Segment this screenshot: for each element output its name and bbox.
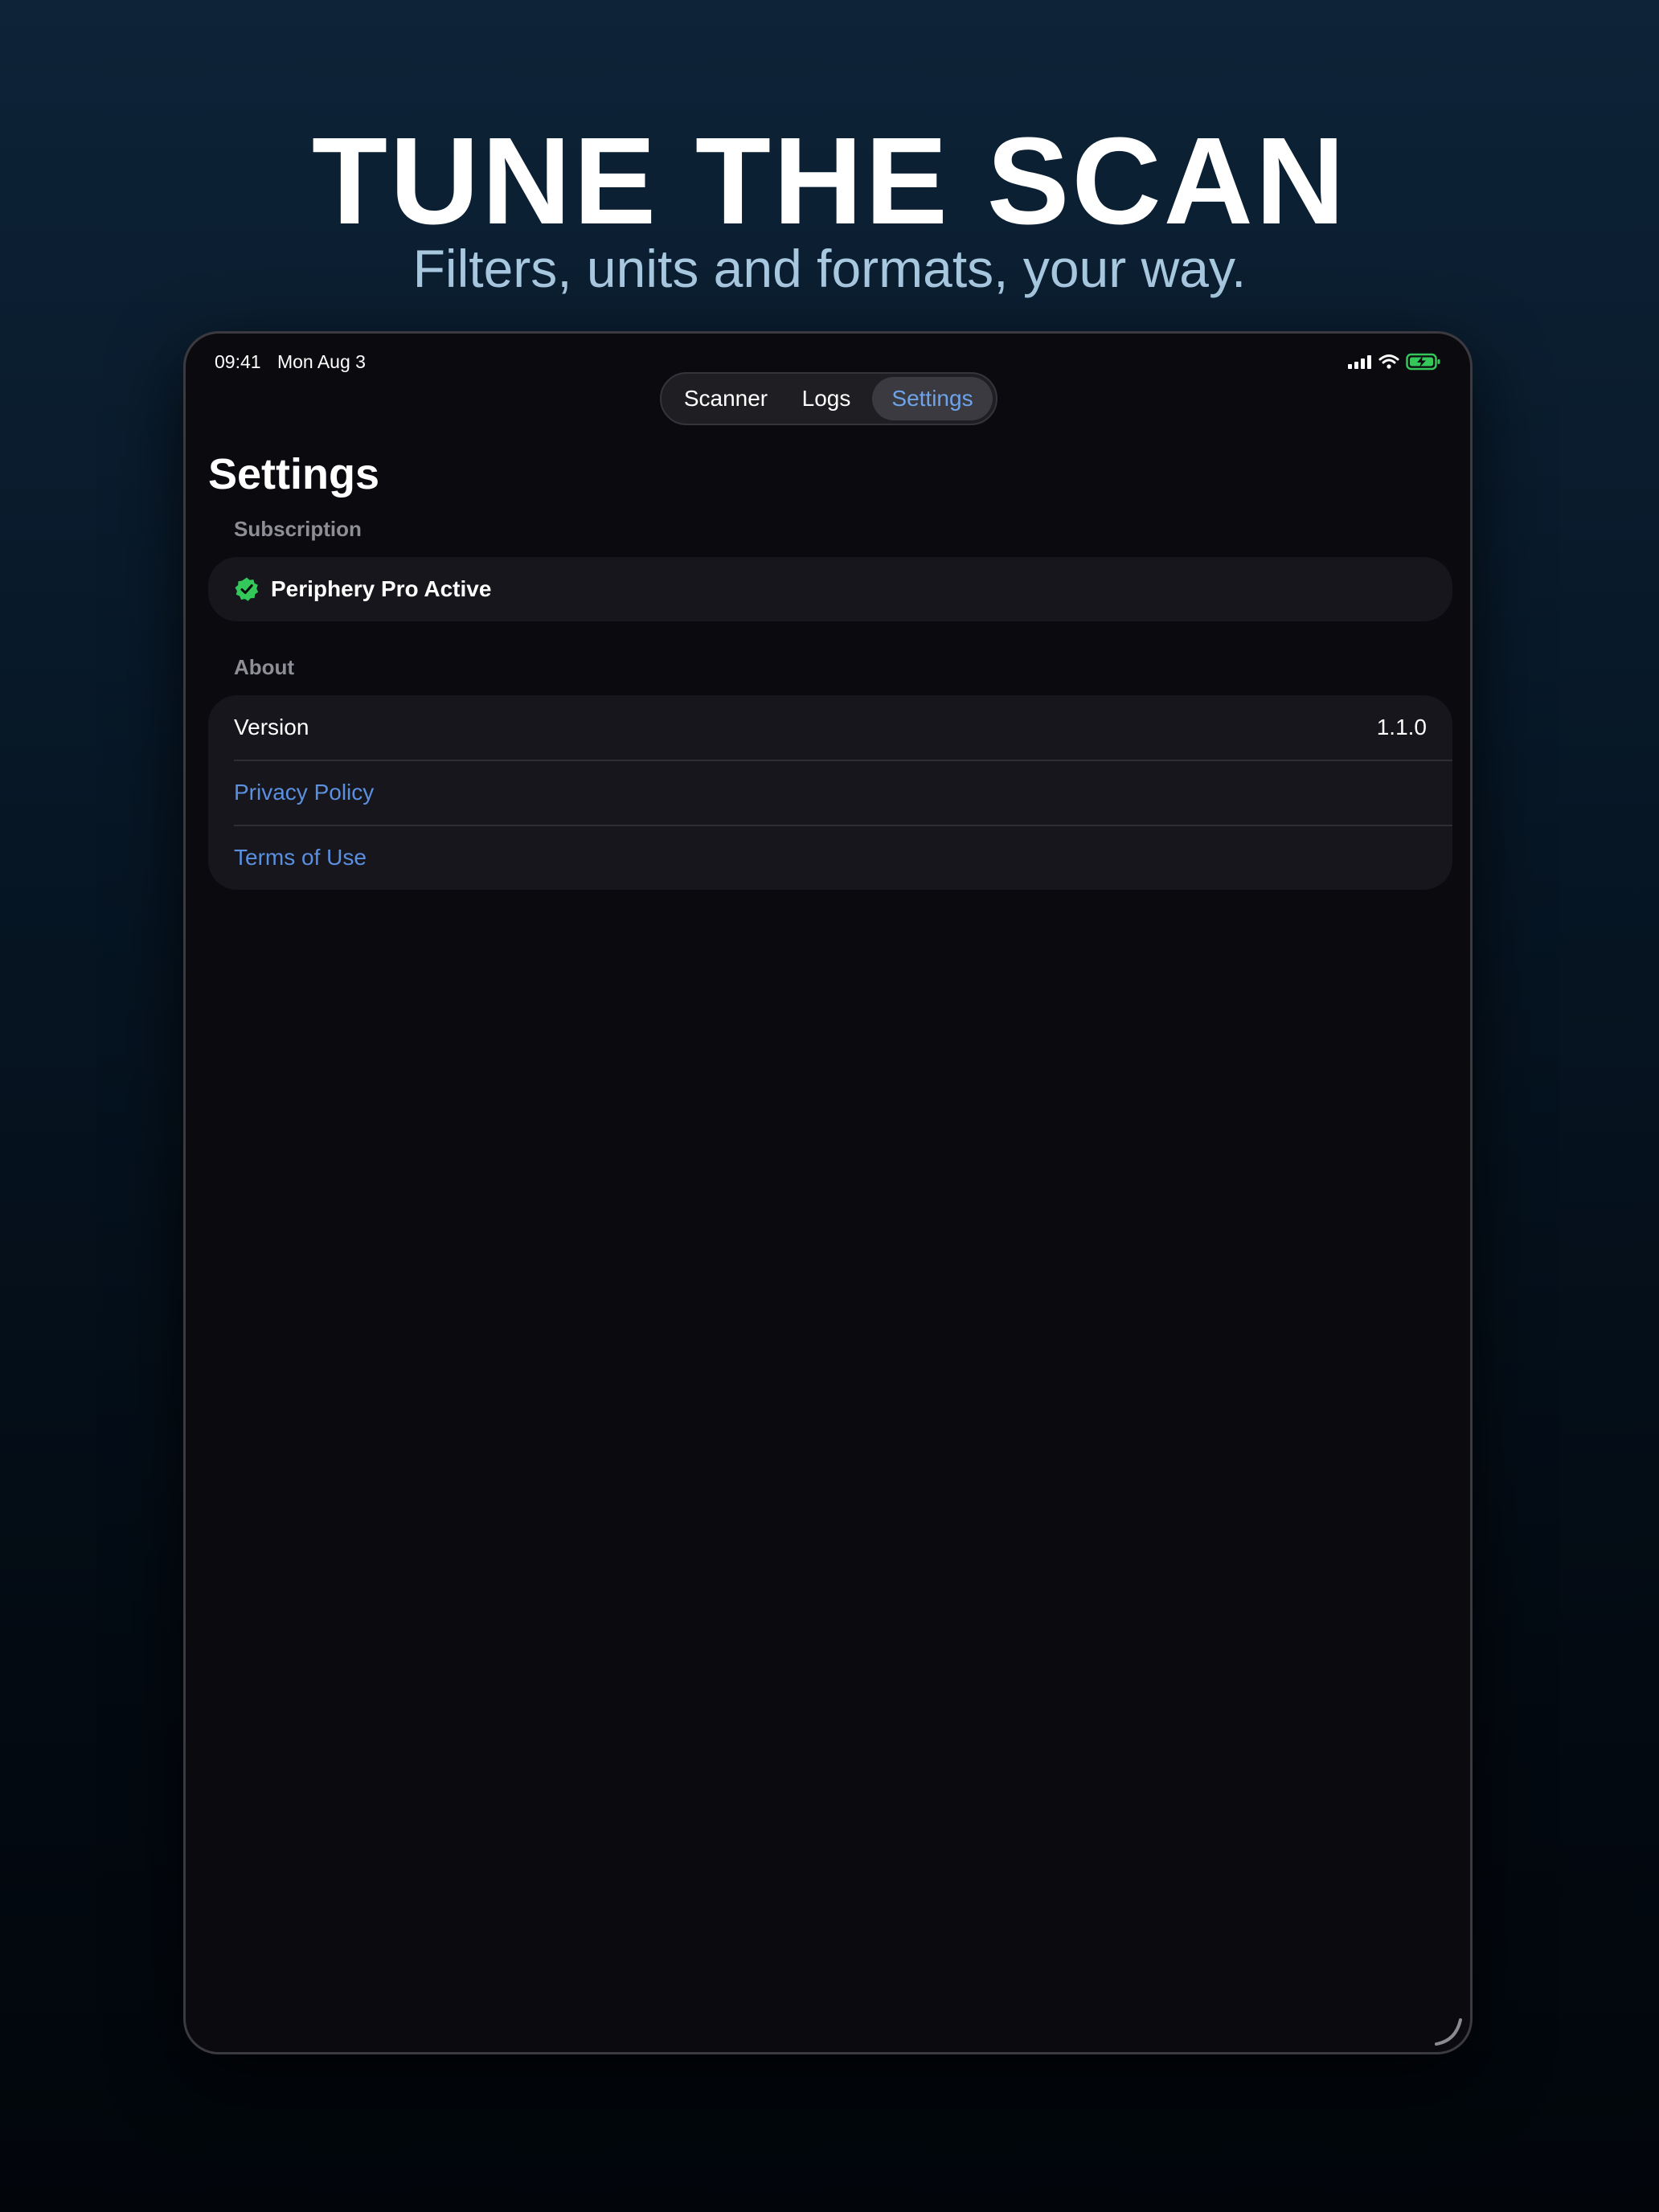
device-frame: 09:41 Mon Aug 3 Scanner Logs Settings Se… [183, 331, 1473, 2054]
subscription-status-label: Periphery Pro Active [271, 576, 492, 601]
privacy-policy-link[interactable]: Privacy Policy [234, 760, 1427, 825]
subscription-card: Periphery Pro Active [208, 557, 1452, 621]
version-label: Version [234, 715, 309, 739]
version-row: Version 1.1.0 [234, 695, 1427, 760]
subscription-section-header: Subscription [234, 517, 362, 541]
tab-settings[interactable]: Settings [872, 377, 993, 420]
marketing-headline: TUNE THE SCAN [311, 112, 1348, 250]
terms-of-use-link[interactable]: Terms of Use [234, 825, 1427, 890]
corner-resize-icon [1435, 2018, 1462, 2046]
tab-scanner[interactable]: Scanner [670, 377, 782, 420]
tab-logs[interactable]: Logs [782, 377, 870, 420]
about-card: Version 1.1.0 Privacy Policy Terms of Us… [208, 695, 1452, 890]
subscription-status-row: Periphery Pro Active [234, 557, 491, 621]
status-bar-time: 09:41 Mon Aug 3 [215, 342, 377, 382]
tab-switcher: Scanner Logs Settings [660, 372, 997, 425]
page-title: Settings [208, 450, 380, 498]
checkmark-seal-icon [235, 577, 259, 601]
marketing-subheadline: Filters, units and formats, your way. [412, 239, 1247, 298]
status-date: Mon Aug 3 [276, 351, 366, 372]
battery-charging-icon [1406, 353, 1440, 371]
cellular-signal-icon [1348, 355, 1371, 369]
status-time: 09:41 [215, 351, 261, 372]
version-value: 1.1.0 [1376, 715, 1427, 739]
about-section-header: About [234, 655, 295, 679]
status-bar-icons [1348, 351, 1441, 372]
wifi-icon [1378, 354, 1399, 369]
